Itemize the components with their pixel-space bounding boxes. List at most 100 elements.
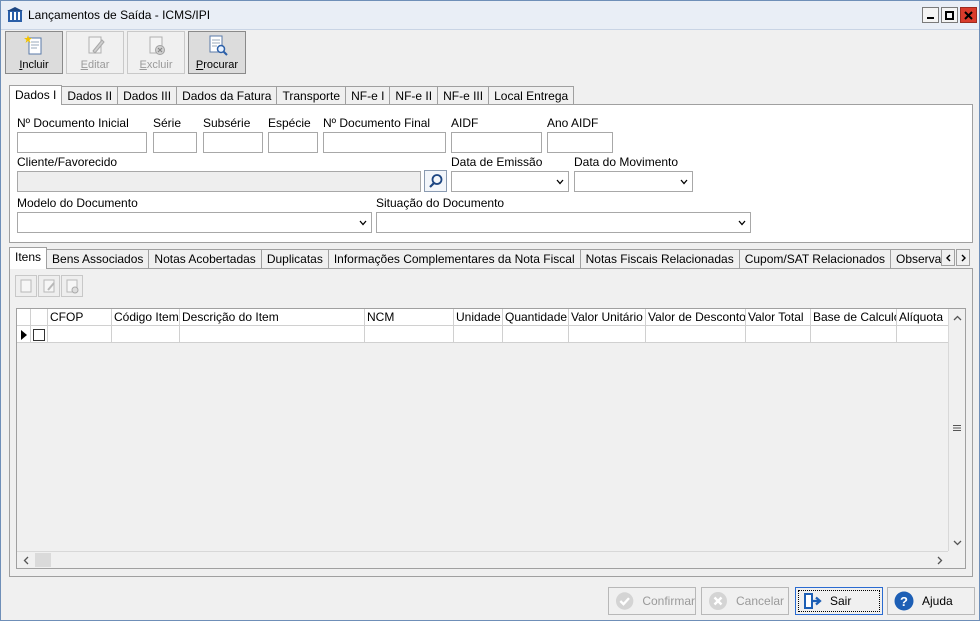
cell-quantidade[interactable] (503, 326, 569, 343)
help-icon: ? (894, 591, 914, 611)
cell-valor-unitario[interactable] (569, 326, 646, 343)
search-icon (428, 174, 442, 188)
cliente-field[interactable] (17, 171, 421, 192)
scroll-up-button[interactable] (949, 309, 966, 326)
situacao-documento-select[interactable] (376, 212, 751, 233)
toolbar: Incluir Editar Excluir Procurar (5, 31, 246, 75)
tabs-scroll-right-button[interactable] (956, 249, 970, 266)
row-checkbox[interactable] (33, 328, 45, 341)
col-header-valor-total[interactable]: Valor Total (746, 309, 811, 326)
tab-itens[interactable]: Itens (9, 247, 48, 269)
col-header-base-calculo[interactable]: Base de Calculo (811, 309, 897, 326)
procurar-button[interactable]: Procurar (188, 31, 246, 74)
col-header-unidade[interactable]: Unidade (454, 309, 503, 326)
tabs-scroll-left-button[interactable] (941, 249, 955, 266)
confirmar-button[interactable]: Confirmar (608, 587, 696, 615)
chevron-down-icon (738, 220, 746, 226)
cancel-circle-icon (709, 592, 727, 610)
tab-nfe-iii[interactable]: NF-e III (437, 86, 490, 105)
tab-nfe-ii[interactable]: NF-e II (389, 86, 439, 105)
col-header-valor-unitario[interactable]: Valor Unitário (569, 309, 646, 326)
grid-add-button[interactable] (15, 275, 37, 297)
tab-cupom-sat[interactable]: Cupom/SAT Relacionados (738, 249, 891, 269)
table-row[interactable] (17, 326, 949, 343)
new-document-icon (24, 35, 42, 55)
num-doc-final-field[interactable] (323, 132, 446, 153)
cell-valor-total[interactable] (746, 326, 811, 343)
tab-dados-i[interactable]: Dados I (9, 85, 63, 105)
num-doc-inicial-field[interactable] (17, 132, 147, 153)
tab-nfe-i[interactable]: NF-e I (345, 86, 391, 105)
cell-aliquota[interactable] (897, 326, 949, 343)
data-emissao-label: Data de Emissão (451, 155, 543, 169)
ajuda-button[interactable]: ? Ajuda (887, 587, 975, 615)
ano-aidf-label: Ano AIDF (547, 116, 599, 130)
excluir-label: Excluir (139, 59, 173, 71)
sair-button[interactable]: Sair (795, 587, 883, 615)
cell-cfop[interactable] (48, 326, 112, 343)
modelo-documento-select[interactable] (17, 212, 372, 233)
maximize-icon (945, 10, 954, 20)
header-tabs: Dados I Dados II Dados III Dados da Fatu… (9, 85, 575, 105)
tab-duplicatas[interactable]: Duplicatas (260, 249, 329, 269)
editar-button[interactable]: Editar (66, 31, 124, 74)
tab-info-complementares[interactable]: Informações Complementares da Nota Fisca… (327, 249, 581, 269)
cell-base-calculo[interactable] (811, 326, 897, 343)
data-emissao-picker[interactable] (451, 171, 569, 192)
cliente-search-button[interactable] (424, 170, 447, 192)
col-header-cfop[interactable]: CFOP (48, 309, 112, 326)
serie-field[interactable] (153, 132, 197, 153)
title-bar: Lançamentos de Saída - ICMS/IPI (1, 1, 979, 30)
tab-dados-ii[interactable]: Dados II (61, 86, 119, 105)
horizontal-scroll-thumb[interactable] (35, 553, 51, 567)
tab-dados-iii[interactable]: Dados III (117, 86, 178, 105)
row-checkbox-cell (31, 326, 48, 343)
cell-ncm[interactable] (365, 326, 454, 343)
scroll-right-button[interactable] (931, 552, 948, 569)
data-movimento-picker[interactable] (574, 171, 693, 192)
col-header-codigo-item[interactable]: Código Item (112, 309, 180, 326)
scroll-grip-icon (953, 421, 961, 431)
grid-edit-button[interactable] (38, 275, 60, 297)
header-tab-panel: Dados I Dados II Dados III Dados da Fatu… (9, 85, 973, 243)
tab-local-entrega[interactable]: Local Entrega (488, 86, 575, 105)
tab-notas-acobertadas[interactable]: Notas Acobertadas (148, 249, 262, 269)
grid-delete-button[interactable] (61, 275, 83, 297)
scroll-down-button[interactable] (949, 534, 966, 551)
tab-dados-fatura[interactable]: Dados da Fatura (176, 86, 278, 105)
serie-label: Série (153, 116, 182, 130)
cell-unidade[interactable] (454, 326, 503, 343)
chevron-right-icon (961, 254, 966, 261)
subserie-field[interactable] (203, 132, 263, 153)
items-tabs: Itens Bens Associados Notas Acobertadas … (9, 247, 945, 269)
cancelar-button[interactable]: Cancelar (701, 587, 789, 615)
col-header-aliquota[interactable]: Alíquota (897, 309, 949, 326)
procurar-label: Procurar (195, 59, 239, 71)
col-header-descricao[interactable]: Descrição do Item (180, 309, 365, 326)
tab-notas-relacionadas[interactable]: Notas Fiscais Relacionadas (579, 249, 740, 269)
especie-field[interactable] (268, 132, 318, 153)
especie-label: Espécie (268, 116, 311, 130)
grid-horizontal-scrollbar[interactable] (17, 551, 948, 568)
cell-codigo-item[interactable] (112, 326, 180, 343)
ajuda-label: Ajuda (922, 594, 953, 608)
minimize-button[interactable] (922, 7, 939, 23)
tab-bens-associados[interactable]: Bens Associados (46, 249, 150, 269)
cell-descricao[interactable] (180, 326, 365, 343)
tab-transporte[interactable]: Transporte (276, 86, 347, 105)
row-indicator-header (17, 309, 31, 326)
ano-aidf-field[interactable] (547, 132, 613, 153)
close-button[interactable] (960, 7, 977, 23)
incluir-button[interactable]: Incluir (5, 31, 63, 74)
check-circle-icon (615, 592, 634, 610)
col-header-valor-desconto[interactable]: Valor de Desconto (646, 309, 746, 326)
col-header-ncm[interactable]: NCM (365, 309, 454, 326)
excluir-button[interactable]: Excluir (127, 31, 185, 74)
grid-vertical-scrollbar[interactable] (948, 309, 965, 551)
aidf-field[interactable] (451, 132, 542, 153)
cell-valor-desconto[interactable] (646, 326, 746, 343)
tab-observacao[interactable]: Observação do (890, 249, 945, 269)
col-header-quantidade[interactable]: Quantidade (503, 309, 569, 326)
scroll-left-button[interactable] (17, 552, 34, 569)
maximize-button[interactable] (941, 7, 958, 23)
